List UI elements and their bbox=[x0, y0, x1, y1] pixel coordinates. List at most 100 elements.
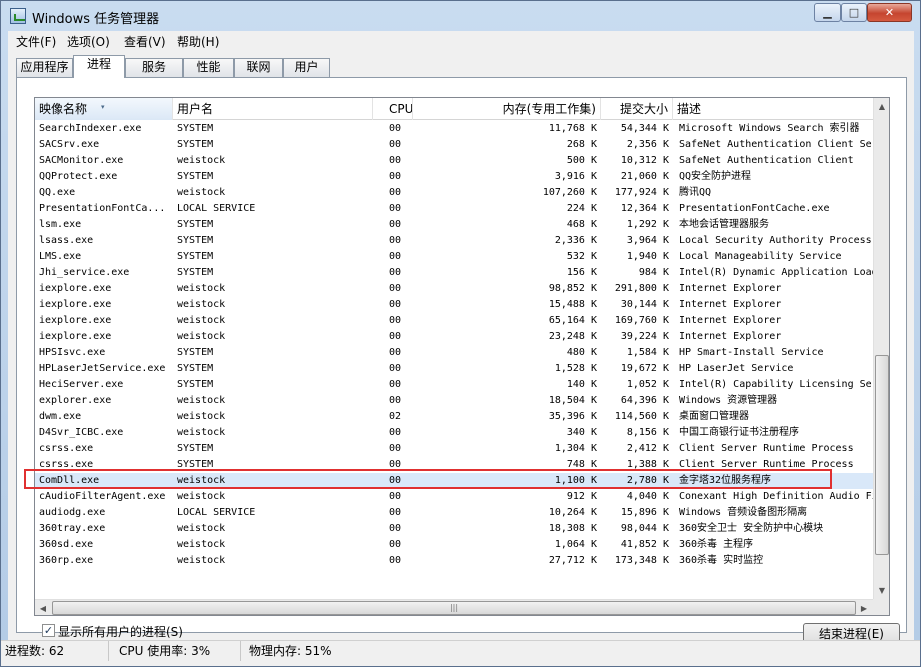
show-all-users-label[interactable]: 显示所有用户的进程(S) bbox=[58, 623, 183, 640]
process-row[interactable]: HeciServer.exe SYSTEM 00 140 K 1,052 K Intel(… bbox=[35, 377, 873, 393]
window-title: Windows 任务管理器 bbox=[32, 12, 160, 27]
process-row[interactable]: audiodg.exe LOCAL SERVICE 00 10,264 K 15,896… bbox=[35, 505, 873, 521]
tab-services[interactable]: 服务 bbox=[125, 58, 183, 77]
vertical-scrollbar[interactable]: ▲ ▼ bbox=[873, 98, 889, 599]
horizontal-scroll-thumb[interactable]: ||| bbox=[52, 601, 856, 615]
process-description: Internet Explorer bbox=[679, 299, 782, 310]
process-memory: 3,916 K bbox=[554, 171, 597, 182]
process-row[interactable]: SACMonitor.exe weistock 00 500 K 10,312 K Saf… bbox=[35, 153, 873, 169]
process-commit-size: 41,852 K bbox=[620, 539, 669, 550]
scroll-right-icon[interactable]: ▶ bbox=[856, 600, 872, 615]
process-image-name: SearchIndexer.exe bbox=[39, 123, 142, 134]
tab-processes[interactable]: 进程 bbox=[73, 55, 125, 78]
process-row[interactable]: dwm.exe weistock 02 35,396 K 114,560 K 桌面窗口管理… bbox=[35, 409, 873, 425]
process-description: Client Server Runtime Process bbox=[679, 459, 854, 470]
process-row[interactable]: 360tray.exe weistock 00 18,308 K 98,044 K 360… bbox=[35, 521, 873, 537]
process-row-selected[interactable]: ComDll.exe weistock 00 1,100 K 2,780 K 金字塔32位… bbox=[35, 473, 873, 489]
column-description[interactable]: 描述 bbox=[673, 98, 873, 120]
process-user-name: SYSTEM bbox=[177, 459, 214, 470]
process-memory: 15,488 K bbox=[548, 299, 597, 310]
show-all-users-checkbox[interactable]: ✓ bbox=[42, 624, 55, 637]
process-row[interactable]: QQ.exe weistock 00 107,260 K 177,924 K 腾讯QQ bbox=[35, 185, 873, 201]
process-row[interactable]: LMS.exe SYSTEM 00 532 K 1,940 K Local Managea… bbox=[35, 249, 873, 265]
minimize-button[interactable]: ▁ bbox=[814, 3, 841, 22]
process-description: QQ安全防护进程 bbox=[679, 171, 752, 182]
process-row[interactable]: lsass.exe SYSTEM 00 2,336 K 3,964 K Local Sec… bbox=[35, 233, 873, 249]
column-commit-size[interactable]: 提交大小 bbox=[601, 98, 673, 120]
process-row[interactable]: PresentationFontCa... LOCAL SERVICE 00 224 … bbox=[35, 201, 873, 217]
process-description: Conexant High Definition Audio Filter Ag… bbox=[679, 491, 873, 502]
process-row[interactable]: 360rp.exe weistock 00 27,712 K 173,348 K 360杀… bbox=[35, 553, 873, 569]
process-user-name: SYSTEM bbox=[177, 139, 214, 150]
process-row[interactable]: csrss.exe SYSTEM 00 1,304 K 2,412 K Client Se… bbox=[35, 441, 873, 457]
process-commit-size: 169,760 K bbox=[614, 315, 669, 326]
process-memory: 224 K bbox=[566, 203, 597, 214]
maximize-button[interactable]: □ bbox=[841, 3, 867, 22]
sort-arrow-icon: ▾ bbox=[101, 103, 105, 111]
menu-file[interactable]: 文件(F) bbox=[16, 33, 56, 50]
process-memory: 156 K bbox=[566, 267, 597, 278]
column-image-name[interactable]: ▾ 映像名称 bbox=[35, 98, 173, 120]
scroll-down-icon[interactable]: ▼ bbox=[874, 582, 889, 599]
process-memory: 2,336 K bbox=[554, 235, 597, 246]
process-row[interactable]: iexplore.exe weistock 00 98,852 K 291,800 KI… bbox=[35, 281, 873, 297]
process-row[interactable]: QQProtect.exe SYSTEM 00 3,916 K 21,060 K QQ安全… bbox=[35, 169, 873, 185]
scroll-left-icon[interactable]: ◀ bbox=[35, 600, 51, 615]
process-user-name: weistock bbox=[177, 539, 226, 550]
process-image-name: iexplore.exe bbox=[39, 315, 112, 326]
process-commit-size: 2,780 K bbox=[626, 475, 669, 486]
tab-networking[interactable]: 联网 bbox=[234, 58, 283, 77]
process-description: SafeNet Authentication Client bbox=[679, 155, 854, 166]
process-row[interactable]: iexplore.exe weistock 00 23,248 K 39,224 K In… bbox=[35, 329, 873, 345]
status-bar: 进程数: 62 CPU 使用率: 3% 物理内存: 51% bbox=[1, 640, 920, 666]
column-user-name[interactable]: 用户名 bbox=[173, 98, 373, 120]
process-row[interactable]: 360sd.exe weistock 00 1,064 K 41,852 K 360杀毒 … bbox=[35, 537, 873, 553]
process-row[interactable]: lsm.exe SYSTEM 00 468 K 1,292 K 本地会话管理器服务 bbox=[35, 217, 873, 233]
process-row[interactable]: HPLaserJetService.exe SYSTEM 00 1,528 K 19,6… bbox=[35, 361, 873, 377]
menu-options[interactable]: 选项(O) bbox=[67, 33, 110, 50]
process-memory: 340 K bbox=[566, 427, 597, 438]
tab-performance[interactable]: 性能 bbox=[183, 58, 234, 77]
process-row[interactable]: SACSrv.exe SYSTEM 00 268 K 2,356 K SafeNet Au… bbox=[35, 137, 873, 153]
process-row[interactable]: explorer.exe weistock 00 18,504 K 64,396 K Wi… bbox=[35, 393, 873, 409]
close-button[interactable]: ✕ bbox=[867, 3, 912, 22]
process-commit-size: 1,052 K bbox=[626, 379, 669, 390]
process-image-name: QQ.exe bbox=[39, 187, 76, 198]
process-user-name: weistock bbox=[177, 299, 226, 310]
process-description: 桌面窗口管理器 bbox=[679, 411, 749, 422]
process-commit-size: 2,412 K bbox=[626, 443, 669, 454]
menu-help[interactable]: 帮助(H) bbox=[177, 33, 219, 50]
process-row[interactable]: csrss.exe SYSTEM 00 748 K 1,388 K Client Serv… bbox=[35, 457, 873, 473]
process-row[interactable]: SearchIndexer.exe SYSTEM 00 11,768 K 54,344 … bbox=[35, 121, 873, 137]
process-row[interactable]: iexplore.exe weistock 00 65,164 K 169,760 KI… bbox=[35, 313, 873, 329]
process-image-name: iexplore.exe bbox=[39, 283, 112, 294]
process-list[interactable]: ▾ 映像名称 用户名 CPU 内存(专用工作集) 提交大小 描述 SearchI… bbox=[34, 97, 890, 616]
tab-users[interactable]: 用户 bbox=[283, 58, 330, 77]
menu-view[interactable]: 查看(V) bbox=[124, 33, 166, 50]
process-row[interactable]: Jhi_service.exe SYSTEM 00 156 K 984 K Intel(R… bbox=[35, 265, 873, 281]
process-row[interactable]: D4Svr_ICBC.exe weistock 00 340 K 8,156 K 中国工商… bbox=[35, 425, 873, 441]
process-memory: 1,304 K bbox=[554, 443, 597, 454]
process-row[interactable]: HPSIsvc.exe SYSTEM 00 480 K 1,584 K HP Smart-… bbox=[35, 345, 873, 361]
column-cpu[interactable]: CPU bbox=[373, 98, 413, 120]
title-bar[interactable]: Windows 任务管理器 ▁ □ ✕ bbox=[1, 1, 920, 31]
process-commit-size: 8,156 K bbox=[626, 427, 669, 438]
tab-applications[interactable]: 应用程序 bbox=[16, 58, 73, 77]
client-area: 应用程序 进程 服务 性能 联网 用户 ▾ 映像名称 用户名 CPU 内存(专用… bbox=[8, 50, 914, 645]
scroll-up-icon[interactable]: ▲ bbox=[874, 98, 889, 115]
scrollbar-corner bbox=[873, 599, 889, 615]
process-user-name: weistock bbox=[177, 283, 226, 294]
column-memory[interactable]: 内存(专用工作集) bbox=[413, 98, 601, 120]
process-description: Client Server Runtime Process bbox=[679, 443, 854, 454]
process-memory: 532 K bbox=[566, 251, 597, 262]
vertical-scroll-thumb[interactable] bbox=[875, 355, 889, 555]
process-memory: 18,504 K bbox=[548, 395, 597, 406]
process-image-name: 360sd.exe bbox=[39, 539, 94, 550]
process-user-name: SYSTEM bbox=[177, 219, 214, 230]
process-row[interactable]: cAudioFilterAgent.exe weistock 00 912 K 4,04… bbox=[35, 489, 873, 505]
process-row[interactable]: iexplore.exe weistock 00 15,488 K 30,144 K In… bbox=[35, 297, 873, 313]
horizontal-scrollbar[interactable]: ◀ ||| ▶ bbox=[35, 599, 873, 615]
process-image-name: Jhi_service.exe bbox=[39, 267, 130, 278]
process-image-name: iexplore.exe bbox=[39, 331, 112, 342]
process-memory: 268 K bbox=[566, 139, 597, 150]
